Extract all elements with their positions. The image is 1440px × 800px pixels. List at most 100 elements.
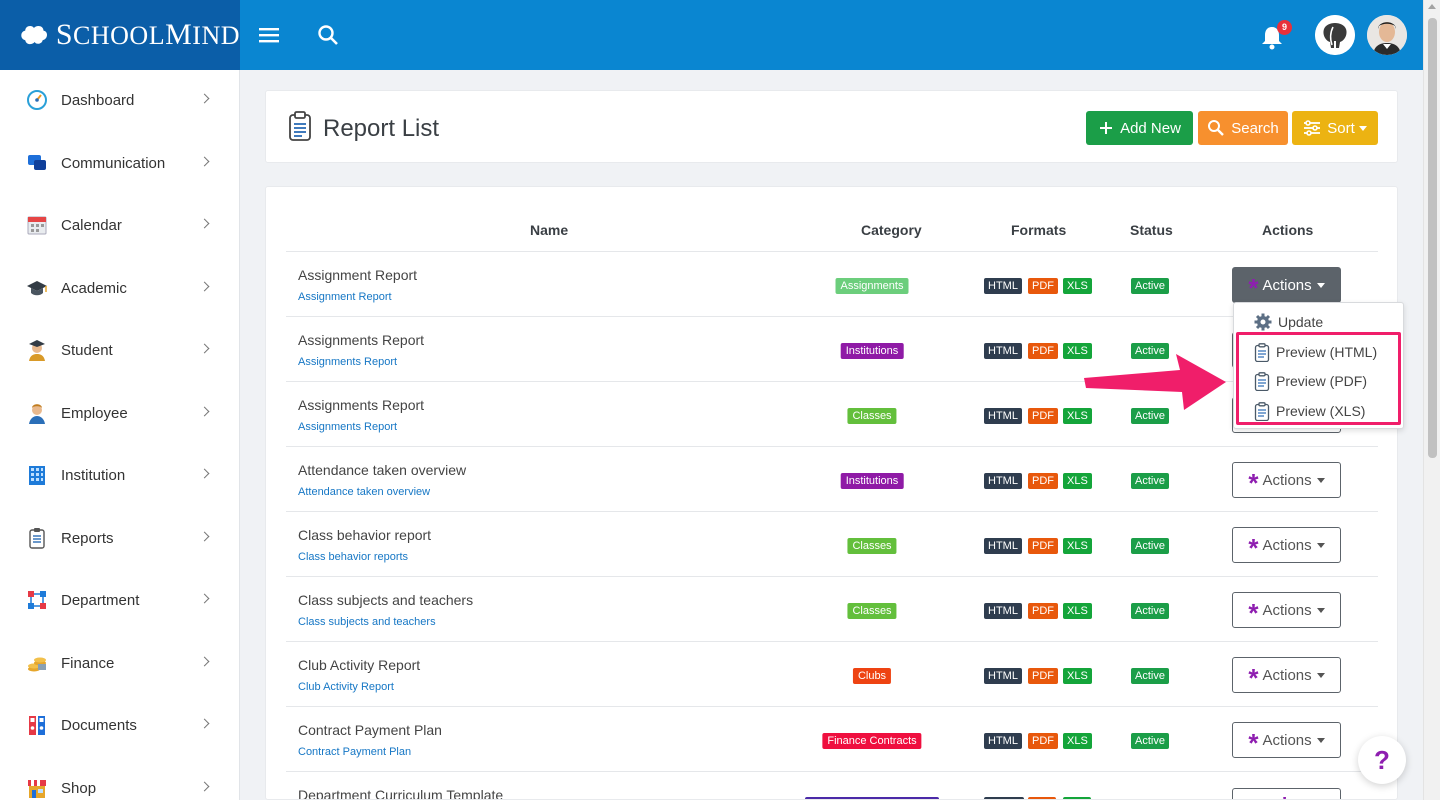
format-badge-html: HTML [984, 733, 1022, 749]
sidebar-label: Shop [61, 779, 97, 797]
report-subtitle-link[interactable]: Assignment Report [298, 291, 392, 303]
annotation-arrow-icon [1084, 354, 1226, 410]
chevron-right-icon [199, 593, 210, 604]
menu-item-update[interactable]: Update [1234, 308, 1405, 336]
sort-button[interactable]: Sort [1292, 111, 1378, 145]
dashboard-icon [27, 90, 47, 110]
report-subtitle-link[interactable]: Assignments Report [298, 421, 397, 433]
sidebar-label: Department [61, 591, 140, 609]
chevron-right-icon [199, 93, 210, 104]
chevron-right-icon [199, 531, 210, 542]
shop-icon [28, 780, 46, 798]
column-header-formats: Formats [1011, 222, 1067, 238]
sidebar-item-communication[interactable]: Communication [0, 143, 240, 183]
column-header-status[interactable]: Status [1130, 222, 1173, 238]
column-header-name[interactable]: Name [530, 222, 568, 238]
search-icon[interactable] [316, 23, 340, 47]
caret-down-icon [1316, 737, 1325, 743]
menu-item-preview-xls[interactable]: Preview (XLS) [1234, 397, 1405, 425]
user-avatar[interactable] [1367, 15, 1407, 55]
sidebar-item-institution[interactable]: Institution [0, 455, 240, 495]
format-badge-pdf: PDF [1028, 278, 1058, 294]
scroll-thumb[interactable] [1428, 18, 1437, 458]
status-badge: Active [1131, 603, 1169, 619]
page-scrollbar[interactable] [1423, 0, 1440, 800]
brand-logo[interactable]: SCHOOLMIND [0, 0, 240, 70]
format-badge-pdf: PDF [1028, 473, 1058, 489]
sort-label: Sort [1327, 119, 1355, 137]
actions-button[interactable]: *Actions [1232, 592, 1341, 628]
notification-badge: 9 [1277, 20, 1292, 35]
category-badge: Classes [847, 408, 897, 424]
column-header-category[interactable]: Category [861, 222, 922, 238]
scroll-up-arrow[interactable] [1428, 4, 1436, 9]
format-badge-xls: XLS [1063, 278, 1092, 294]
page-title: Report List [323, 115, 440, 142]
sidebar-item-calendar[interactable]: Calendar [0, 205, 240, 245]
chevron-right-icon [199, 656, 210, 667]
building-icon [29, 466, 45, 485]
clipboard-icon [1254, 371, 1270, 391]
sidebar-label: Institution [61, 466, 126, 484]
report-subtitle-link[interactable]: Class behavior reports [298, 551, 408, 563]
format-badge-html: HTML [984, 538, 1022, 554]
actions-button[interactable]: *Actions [1232, 657, 1341, 693]
sidebar-label: Communication [61, 154, 166, 172]
format-badge-pdf: PDF [1028, 343, 1058, 359]
format-badge-xls: XLS [1063, 603, 1092, 619]
chevron-right-icon [199, 406, 210, 417]
user-photo-icon [1367, 15, 1407, 55]
report-subtitle-link[interactable]: Class subjects and teachers [298, 616, 436, 628]
sidebar-label: Documents [61, 716, 137, 734]
calendar-icon [27, 216, 47, 235]
sidebar-item-reports[interactable]: Reports [0, 518, 240, 558]
actions-button[interactable]: *Actions [1232, 462, 1341, 498]
brand-name: SCHOOLMIND [55, 18, 240, 51]
actions-button[interactable]: *Actions [1232, 267, 1341, 303]
asterisk-icon: * [1248, 533, 1259, 563]
institution-avatar[interactable] [1315, 15, 1355, 55]
table-row: Club Activity Report Club Activity Report… [286, 642, 1378, 707]
actions-label: Actions [1262, 601, 1312, 619]
actions-label: Actions [1262, 731, 1312, 749]
menu-item-preview-html[interactable]: Preview (HTML) [1234, 338, 1405, 366]
sidebar-item-documents[interactable]: Documents [0, 705, 240, 745]
asterisk-icon: * [1248, 728, 1259, 758]
report-name: Contract Payment Plan [298, 722, 442, 738]
actions-label: Actions [1262, 276, 1312, 294]
help-button[interactable]: ? [1358, 736, 1406, 784]
menu-icon[interactable] [257, 23, 281, 47]
sidebar-item-student[interactable]: Student [0, 330, 240, 370]
sidebar-item-dashboard[interactable]: Dashboard [0, 80, 240, 120]
status-badge: Active [1131, 278, 1169, 294]
actions-button[interactable]: * [1232, 788, 1341, 799]
sidebar-label: Reports [61, 529, 114, 547]
sidebar-item-department[interactable]: Department [0, 580, 240, 620]
sidebar-item-employee[interactable]: Employee [0, 393, 240, 433]
add-new-label: Add New [1120, 119, 1181, 137]
sidebar-item-finance[interactable]: Finance [0, 643, 240, 683]
coins-icon [28, 657, 46, 672]
actions-button[interactable]: *Actions [1232, 527, 1341, 563]
actions-button[interactable]: *Actions [1232, 722, 1341, 758]
plus-icon [1100, 122, 1113, 134]
clipboard-icon [29, 528, 45, 549]
add-new-button[interactable]: Add New [1086, 111, 1193, 145]
search-button[interactable]: Search [1198, 111, 1288, 145]
chevron-right-icon [199, 718, 210, 729]
report-subtitle-link[interactable]: Assignments Report [298, 356, 397, 368]
report-subtitle-link[interactable]: Attendance taken overview [298, 486, 430, 498]
report-name: Assignment Report [298, 267, 418, 283]
sidebar-label: Academic [61, 279, 127, 297]
format-badge-xls: XLS [1063, 733, 1092, 749]
menu-item-preview-pdf[interactable]: Preview (PDF) [1234, 367, 1405, 395]
sidebar-item-academic[interactable]: Academic [0, 268, 240, 308]
category-badge: Institutions [840, 343, 904, 359]
sidebar-item-shop[interactable]: Shop [0, 768, 240, 800]
report-name: Class behavior report [298, 527, 432, 543]
format-badge-html: HTML [984, 408, 1022, 424]
report-subtitle-link[interactable]: Contract Payment Plan [298, 746, 411, 758]
report-subtitle-link[interactable]: Club Activity Report [298, 681, 394, 693]
asterisk-icon: * [1248, 468, 1259, 498]
format-badge-pdf: PDF [1028, 538, 1058, 554]
